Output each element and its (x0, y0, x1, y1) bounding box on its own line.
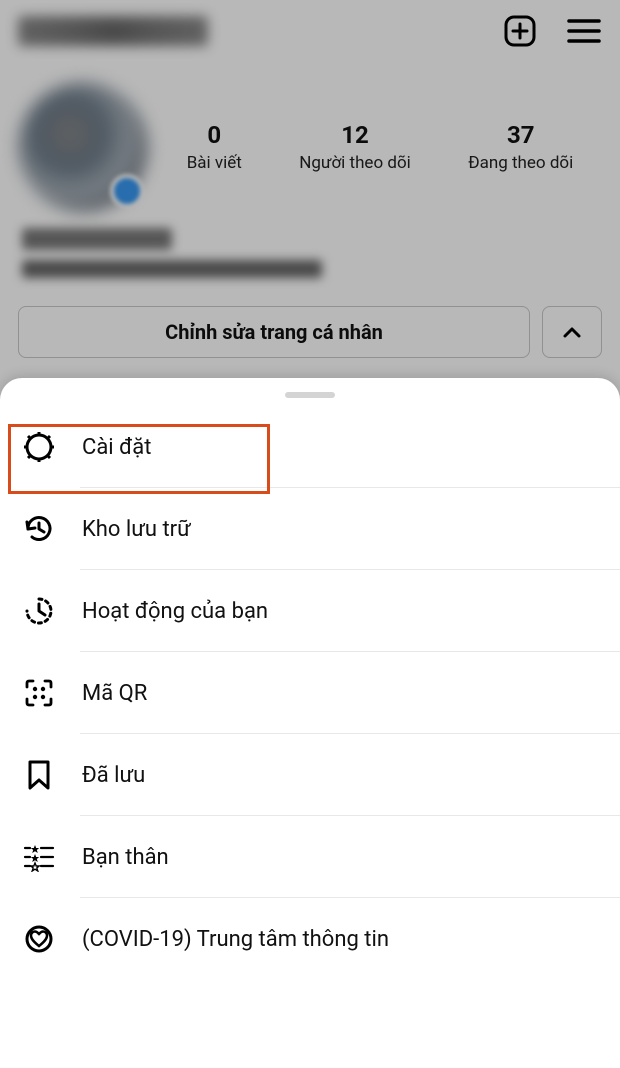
menu-item-label: (COVID-19) Trung tâm thông tin (82, 927, 389, 952)
stat-following-label: Đang theo dõi (468, 153, 573, 173)
stat-posts-count: 0 (187, 121, 242, 149)
menu-item-close-friends[interactable]: Bạn thân (0, 816, 620, 898)
avatar-add-badge (110, 174, 144, 208)
gear-icon (22, 430, 56, 464)
menu-item-label: Bạn thân (82, 845, 169, 870)
menu-item-covid-info[interactable]: (COVID-19) Trung tâm thông tin (0, 898, 620, 980)
menu-item-label: Cài đặt (82, 435, 151, 460)
menu-item-label: Đã lưu (82, 763, 145, 788)
bottom-sheet: Cài đặt Kho lưu trữ Hoạ (0, 378, 620, 1068)
menu-item-archive[interactable]: Kho lưu trữ (0, 488, 620, 570)
menu-item-label: Kho lưu trữ (82, 517, 191, 542)
plus-square-icon (503, 14, 537, 48)
hamburger-icon (567, 17, 601, 45)
stats-row: 0 Bài viết 12 Người theo dõi 37 Đang the… (0, 58, 620, 222)
covid-icon (22, 922, 56, 956)
username-blurred (18, 16, 208, 46)
bio-text-blurred (22, 260, 322, 278)
stat-posts-label: Bài viết (187, 153, 242, 173)
profile-header (0, 0, 620, 58)
menu-item-label: Hoạt động của bạn (82, 599, 268, 624)
sheet-grabber[interactable] (285, 392, 335, 398)
create-button[interactable] (502, 13, 538, 49)
menu-item-qr[interactable]: Mã QR (0, 652, 620, 734)
bio-section (0, 222, 620, 282)
edit-profile-button[interactable]: Chỉnh sửa trang cá nhân (18, 306, 530, 358)
menu-item-label: Mã QR (82, 681, 147, 706)
chevron-up-icon (562, 325, 582, 339)
bookmark-icon (22, 758, 56, 792)
stat-following-count: 37 (468, 121, 573, 149)
qr-icon (22, 676, 56, 710)
activity-icon (22, 594, 56, 628)
stat-posts[interactable]: 0 Bài viết (187, 121, 242, 173)
stat-following[interactable]: 37 Đang theo dõi (468, 121, 573, 173)
menu-item-settings[interactable]: Cài đặt (0, 406, 620, 488)
stat-followers-label: Người theo dõi (299, 153, 411, 173)
menu-item-activity[interactable]: Hoạt động của bạn (0, 570, 620, 652)
suggested-users-button[interactable] (542, 306, 602, 358)
close-friends-icon (22, 840, 56, 874)
edit-profile-label: Chỉnh sửa trang cá nhân (165, 320, 383, 344)
display-name-blurred (22, 228, 172, 250)
stat-followers-count: 12 (299, 121, 411, 149)
avatar[interactable] (18, 82, 148, 212)
menu-item-saved[interactable]: Đã lưu (0, 734, 620, 816)
history-icon (22, 512, 56, 546)
stat-followers[interactable]: 12 Người theo dõi (299, 121, 411, 173)
hamburger-menu-button[interactable] (566, 13, 602, 49)
